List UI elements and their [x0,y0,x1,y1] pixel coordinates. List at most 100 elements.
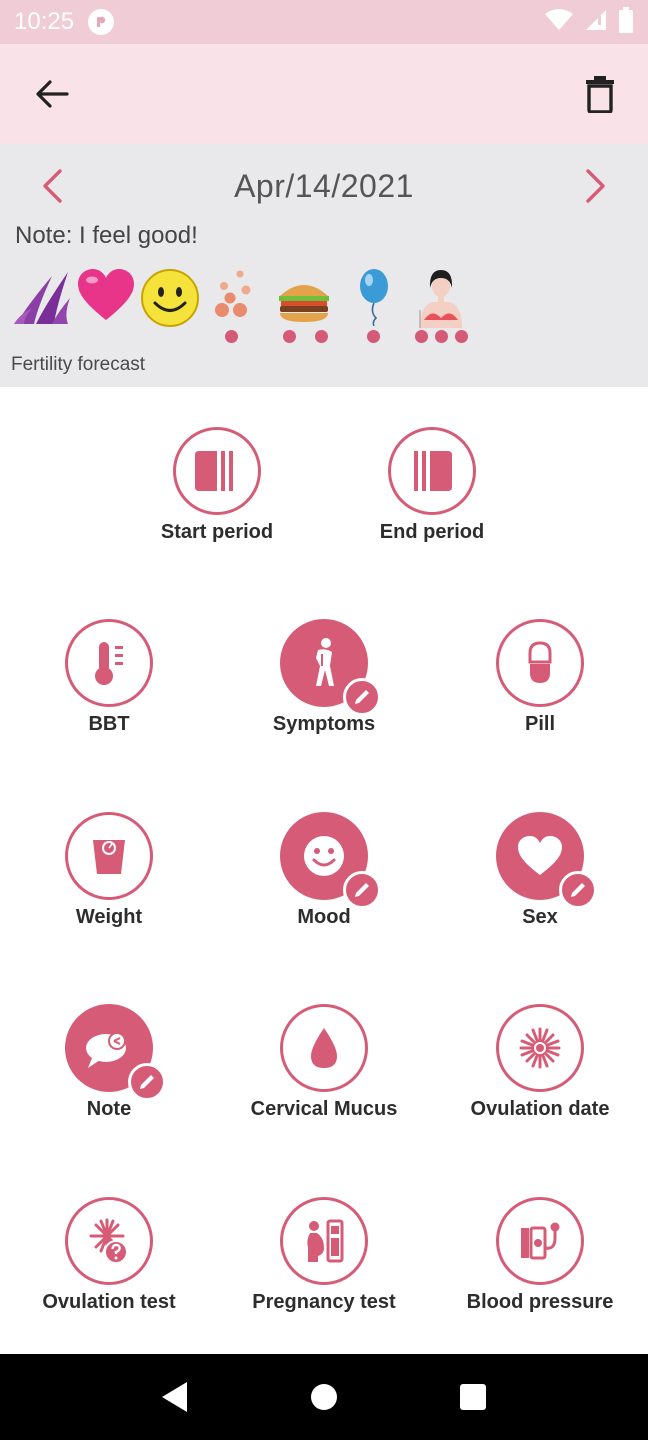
end-period-button[interactable]: End period [332,427,532,544]
action-label: Ovulation test [42,1291,176,1313]
app-bar [0,44,648,144]
previous-day-button[interactable] [30,164,74,208]
ovulation-test-circle [65,1197,153,1285]
blood-pressure-circle [496,1197,584,1285]
logged-entries-row [12,268,482,348]
pencil-icon [355,883,369,897]
breast-tenderness-icon [412,268,482,348]
ovulation-test-icon [89,1218,128,1264]
nav-back-button[interactable] [145,1367,205,1427]
current-date: Apr/14/2021 [234,167,414,204]
edit-badge [128,1063,166,1101]
day-note: Note: I feel good! [15,222,198,249]
pregnancy-test-circle [280,1197,368,1285]
pill-circle [496,619,584,707]
mood-circle [280,812,381,909]
mood-button[interactable]: Mood [224,812,424,929]
balloon-icon [354,268,412,348]
forecast-dot [455,330,468,343]
note-button[interactable]: Note [9,1004,209,1121]
mood-icon [304,836,344,876]
square-recents-icon [460,1384,487,1410]
date-navigator: Apr/14/2021 [0,154,648,218]
action-label: BBT [88,713,130,735]
blood-pressure-icon [521,1222,560,1260]
cervical-mucus-button[interactable]: Cervical Mucus [224,1004,424,1121]
chevron-left-icon [43,169,62,203]
arrow-left-icon [36,80,69,108]
ovulation-test-button[interactable]: Ovulation test [9,1197,209,1314]
heart-icon [518,836,562,875]
weight-button[interactable]: Weight [9,812,209,929]
period-flow-icon [12,268,76,348]
edit-badge [343,678,381,716]
edit-badge [559,871,597,909]
ovulation-date-circle [496,1004,584,1092]
action-label: Pregnancy test [252,1291,396,1313]
bbt-circle [65,619,153,707]
triangle-back-icon [161,1382,187,1412]
action-label: Start period [160,521,274,543]
bbt-button[interactable]: BBT [9,619,209,736]
status-left: 10:25 [14,8,115,36]
smiley-icon [140,268,210,348]
app-notification-icon [88,9,115,35]
end-period-circle [388,427,476,515]
chevron-right-icon [586,169,605,203]
action-label: Ovulation date [470,1098,610,1120]
symptoms-button[interactable]: Symptoms [224,619,424,736]
day-summary-panel: Apr/14/2021 Note: I feel good! Fertility… [0,144,648,387]
fertility-forecast-label: Fertility forecast [11,354,146,375]
action-label: Symptoms [272,713,376,735]
pill-icon [528,641,552,683]
signal-icon [584,8,608,37]
trash-icon [586,76,614,113]
forecast-dot [435,330,448,343]
forecast-dot [367,330,380,343]
next-day-button[interactable] [574,164,618,208]
pencil-icon [140,1075,154,1089]
status-time: 10:25 [14,8,75,35]
action-label: Cervical Mucus [250,1098,398,1120]
note-circle [65,1004,166,1101]
mucus-drops-icon [210,268,274,348]
pencil-icon [355,690,369,704]
nav-home-button[interactable] [294,1367,354,1427]
actions-grid: Start period End period BBT Symptoms Pil… [0,387,648,1354]
pill-button[interactable]: Pill [440,619,640,736]
action-label: End period [379,521,485,543]
heart-entry-icon [76,268,140,348]
back-button[interactable] [30,72,74,116]
thermometer-icon [95,642,123,685]
cervical-mucus-circle [280,1004,368,1092]
nav-recents-button[interactable] [443,1367,503,1427]
action-label: Note [86,1098,132,1120]
forecast-dot [315,330,328,343]
pregnancy-test-button[interactable]: Pregnancy test [224,1197,424,1314]
blood-pressure-button[interactable]: Blood pressure [440,1197,640,1314]
start-period-button[interactable]: Start period [117,427,317,544]
burger-icon [274,268,354,348]
sex-button[interactable]: Sex [440,812,640,929]
action-label: Mood [297,906,351,928]
forecast-dot [283,330,296,343]
note-bubble-icon [86,1032,126,1068]
symptoms-icon [316,638,334,686]
sex-circle [496,812,597,909]
symptoms-circle [280,619,381,716]
drop-icon [311,1028,337,1068]
pregnancy-test-icon [307,1219,344,1263]
forecast-dot [415,330,428,343]
start-period-icon [195,451,233,491]
status-right [544,6,634,38]
delete-button[interactable] [578,72,622,116]
circle-home-icon [310,1384,337,1410]
start-period-circle [173,427,261,515]
system-navigation-bar [0,1354,648,1440]
edit-badge [343,871,381,909]
end-period-icon [414,451,452,491]
action-label: Pill [524,713,555,735]
ovulation-date-button[interactable]: Ovulation date [440,1004,640,1121]
scale-icon [93,840,125,874]
action-label: Sex [522,906,558,928]
